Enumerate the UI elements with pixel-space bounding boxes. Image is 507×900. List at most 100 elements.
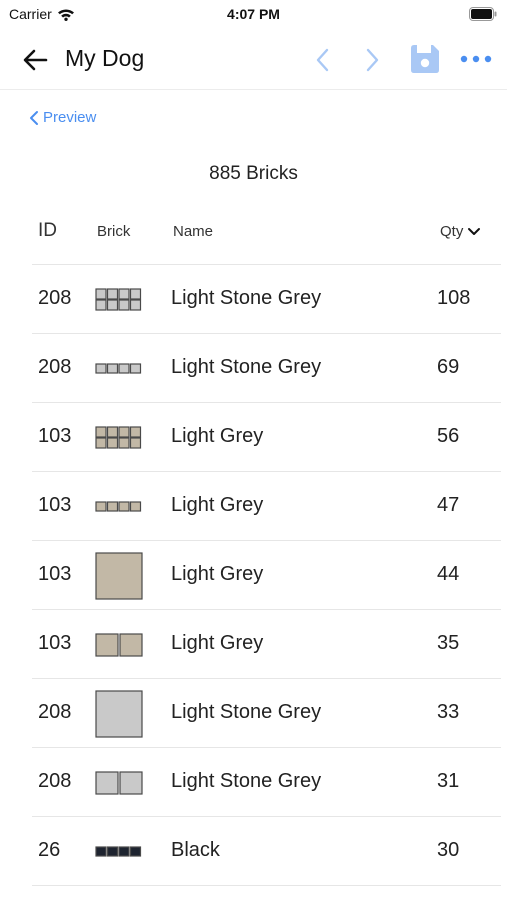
row-name: Light Grey [171, 494, 264, 516]
brick-stud-cell [95, 632, 119, 657]
table-row[interactable]: 208 Light Stone Grey 108 [32, 265, 501, 334]
row-id: 103 [38, 494, 72, 516]
column-header-brick[interactable]: Brick [97, 223, 130, 240]
brick-stud-cell [129, 298, 142, 311]
preview-link[interactable]: Preview [29, 109, 96, 126]
row-name: Light Stone Grey [171, 287, 322, 309]
brick-stud-cell [95, 689, 143, 738]
row-id: 26 [38, 839, 61, 861]
battery-icon [469, 7, 497, 24]
brick-1x4-icon [95, 362, 143, 375]
column-header-qty[interactable]: Qty [440, 223, 481, 240]
brick-stud-cell [95, 362, 107, 374]
table-row[interactable]: 208 Light Stone Grey 31 [32, 748, 501, 817]
row-qty: 30 [437, 839, 460, 861]
brick-1x4-icon [95, 845, 143, 858]
more-options-icon[interactable] [458, 50, 494, 68]
brick-thumbnail [94, 541, 144, 610]
table-row[interactable]: 26 Black 30 [32, 817, 501, 886]
brick-thumbnail [94, 748, 144, 817]
row-id: 208 [38, 287, 72, 309]
column-header-id[interactable]: ID [38, 220, 57, 242]
row-name: Light Grey [171, 425, 264, 447]
previous-chevron-icon[interactable] [311, 46, 335, 74]
brick-stud-cell [129, 362, 142, 374]
row-id: 208 [38, 356, 72, 378]
table-row[interactable]: 208 Light Stone Grey 69 [32, 334, 501, 403]
row-qty: 69 [437, 356, 460, 378]
brick-thumbnail [94, 334, 144, 403]
row-qty: 31 [437, 770, 460, 792]
status-bar: Carrier 4:07 PM [0, 0, 507, 30]
brick-stud-cell [95, 770, 119, 795]
brick-stud-cell [129, 500, 142, 512]
next-chevron-icon[interactable] [360, 46, 384, 74]
row-qty: 33 [437, 701, 460, 723]
brick-stud-cell [129, 845, 142, 857]
brick-stud-cell [106, 436, 119, 449]
save-icon[interactable] [408, 42, 442, 76]
brick-stud-cell [118, 362, 130, 374]
brick-stud-cell [106, 287, 119, 300]
brick-count: 885 Bricks [209, 163, 298, 184]
row-qty: 35 [437, 632, 460, 654]
preview-link-label: Preview [43, 109, 97, 126]
brick-stud-cell [118, 425, 130, 438]
brick-stud-cell [95, 551, 143, 600]
row-name: Light Stone Grey [171, 356, 322, 378]
brick-stud-cell [95, 436, 107, 449]
brick-2x4-icon [95, 425, 143, 450]
tile-square-icon [95, 689, 143, 738]
brick-stud-cell [129, 287, 142, 300]
brick-stud-cell [95, 287, 107, 300]
brick-stud-cell [106, 500, 119, 512]
brick-table: 208 Light Stone Grey 108 208 Light Stone… [32, 265, 501, 886]
brick-stud-cell [95, 298, 107, 311]
brick-thumbnail [94, 817, 144, 886]
brick-thumbnail [94, 679, 144, 748]
nav-bar: My Dog [0, 30, 507, 90]
brick-stud-cell [118, 287, 130, 300]
brick-1x2-icon [95, 770, 143, 795]
back-arrow-icon[interactable] [20, 46, 50, 74]
table-header: ID Brick Name Qty [32, 215, 501, 265]
brick-stud-cell [95, 425, 107, 438]
column-header-name[interactable]: Name [173, 223, 213, 240]
brick-stud-cell [95, 845, 107, 857]
table-row[interactable]: 208 Light Stone Grey 33 [32, 679, 501, 748]
row-name: Light Grey [171, 563, 264, 585]
row-name: Black [171, 839, 220, 861]
table-row[interactable]: 103 Light Grey 35 [32, 610, 501, 679]
brick-stud-cell [118, 500, 130, 512]
table-row[interactable]: 103 Light Grey 56 [32, 403, 501, 472]
brick-stud-cell [106, 298, 119, 311]
row-name: Light Stone Grey [171, 701, 322, 723]
brick-stud-cell [106, 845, 119, 857]
row-qty: 108 [437, 287, 471, 309]
qty-header-label: Qty [440, 223, 464, 240]
brick-stud-cell [119, 632, 143, 657]
status-time: 4:07 PM [227, 6, 280, 22]
brick-thumbnail [94, 403, 144, 472]
sort-chevron-down-icon [468, 227, 481, 235]
brick-stud-cell [118, 436, 130, 449]
page-title: My Dog [65, 45, 145, 71]
chevron-left-icon [30, 110, 38, 125]
brick-thumbnail [94, 472, 144, 541]
row-id: 103 [38, 563, 72, 585]
tile-square-icon [95, 551, 143, 600]
row-id: 103 [38, 425, 72, 447]
brick-stud-cell [118, 298, 130, 311]
row-name: Light Grey [171, 632, 264, 654]
table-row[interactable]: 103 Light Grey 47 [32, 472, 501, 541]
row-name: Light Stone Grey [171, 770, 322, 792]
brick-2x4-icon [95, 287, 143, 312]
brick-1x2-icon [95, 632, 143, 657]
brick-thumbnail [94, 610, 144, 679]
table-row[interactable]: 103 Light Grey 44 [32, 541, 501, 610]
row-qty: 47 [437, 494, 460, 516]
brick-thumbnail [94, 265, 144, 334]
brick-stud-cell [118, 845, 130, 857]
brick-stud-cell [95, 500, 107, 512]
row-qty: 44 [437, 563, 460, 585]
